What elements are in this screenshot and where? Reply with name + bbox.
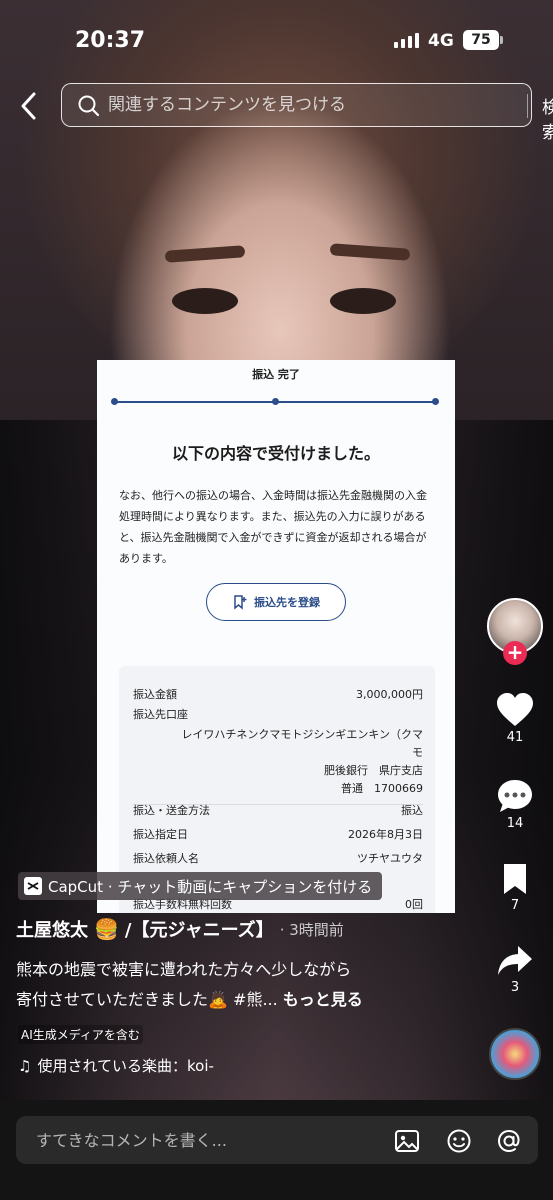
share-count: 3 [510,980,520,995]
register-payee-label: 振込先を登録 [254,596,320,609]
signal-icon [394,33,419,48]
mention-icon[interactable] [496,1128,522,1154]
receipt-heading: 以下の内容で受付けました。 [171,444,380,463]
ai-generated-badge: AI生成メディアを含む [18,1025,143,1044]
method-label: 振込・送金方法 [133,804,210,817]
music-label[interactable]: 使用されている楽曲：koi- [37,1055,213,1076]
share-icon [498,946,532,975]
comment-count: 14 [506,816,524,831]
follow-plus-icon[interactable]: + [503,641,527,665]
bowing-emoji-icon: 🙇 [208,990,228,1009]
amount-value: 3,000,000円 [356,688,423,701]
author-suffix[interactable]: /【元ジャニーズ】 [125,916,274,942]
video-face-detail [172,288,238,314]
caption-line: 熊本の地震で被害に遭われた方々へ少しながら [16,960,352,979]
caption-line: 寄付させていただきました🙇 #熊... もっと見る [16,985,436,1015]
music-disc-icon[interactable] [489,1028,541,1080]
progress-steps [111,398,439,405]
comment-bar [0,1100,553,1200]
amount-label: 振込金額 [133,688,177,701]
capcut-icon [24,877,42,895]
method-value: 振込 [401,804,423,817]
caption-text: 寄付させていただきました [16,990,209,1009]
account-line: 普通 1700669 [341,782,423,795]
video-caption[interactable]: 熊本の地震で被害に遭われた方々へ少しながら 寄付させていただきました🙇 #熊..… [16,955,436,1015]
hashtag-text[interactable]: #熊... [233,990,278,1009]
capcut-tag[interactable]: CapCut · チャット動画にキャプションを付ける [18,872,383,900]
account-value: レイワハチネンクマモトジシンギエンキン（クマ モ 肥後銀行 県庁支店 普通 17… [133,726,423,798]
search-divider [527,94,528,118]
search-icon [78,95,100,117]
save-button[interactable]: 7 [487,862,543,913]
music-note-icon: ♫ [18,1056,32,1075]
search-button[interactable]: 検索 [542,93,553,143]
status-time: 20:37 [75,28,146,53]
account-line: 肥後銀行 県庁支店 [324,764,423,777]
network-type: 4G [428,31,454,51]
date-label: 振込指定日 [133,828,188,841]
account-label: 振込先口座 [133,708,188,721]
music-info[interactable]: ♫ 使用されている楽曲：koi- [18,1055,214,1076]
like-button[interactable]: 41 [487,692,543,745]
bookmark-icon [504,864,526,894]
capcut-label: CapCut · チャット動画にキャプションを付ける [48,877,373,896]
comment-box[interactable] [16,1116,538,1164]
search-input[interactable] [108,90,448,120]
author-line[interactable]: 土屋悠太 🍔 /【元ジャニーズ】 · 3時間前 [16,916,344,942]
account-line: モ [412,746,423,759]
chevron-left-icon [21,92,36,120]
battery-icon: 75 [463,30,503,50]
register-payee-button: 振込先を登録 [206,583,346,621]
bookmark-add-icon [234,595,247,610]
requester-label: 振込依頼人名 [133,852,199,865]
comment-button[interactable]: 14 [487,778,543,831]
save-count: 7 [510,898,520,913]
see-more-link[interactable]: もっと見る [283,990,363,1009]
account-line: レイワハチネンクマモトジシンギエンキン（クマ [181,728,423,741]
author-name[interactable]: 土屋悠太 [16,916,88,942]
comment-input[interactable] [36,1126,376,1154]
hamburger-emoji-icon: 🍔 [94,917,119,941]
transfer-receipt-card: 振込 完了 以下の内容で受付けました。 なお、他行への振込の場合、入金時間は振込… [97,360,455,913]
emoji-icon[interactable] [446,1128,472,1154]
like-count: 41 [506,730,524,745]
date-value: 2026年8月3日 [348,828,423,841]
video-face-detail [330,288,396,314]
receipt-title: 振込 完了 [252,368,300,381]
requester-value: ツチヤユウタ [357,852,423,865]
comment-icon [498,780,532,812]
status-bar: 20:37 4G 75 [0,0,553,80]
back-button[interactable] [16,90,44,122]
search-bar[interactable]: 検索 [61,83,553,143]
post-time: · 3時間前 [279,920,344,939]
share-button[interactable]: 3 [487,944,543,995]
image-icon[interactable] [394,1128,420,1154]
heart-icon [497,693,533,726]
fee-value: 0回 [405,898,423,911]
receipt-note: なお、他行への振込の場合、入金時間は振込先金融機関の入金処理時間により異なります… [119,489,427,565]
